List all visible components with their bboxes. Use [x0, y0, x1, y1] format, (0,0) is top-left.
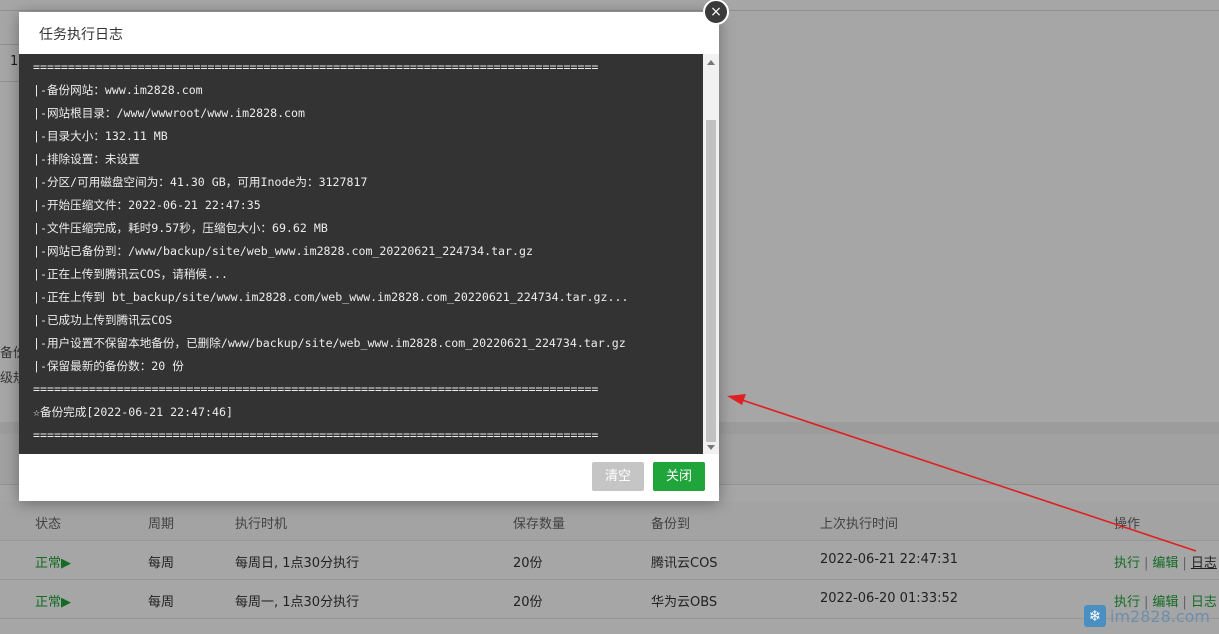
- dialog-title: 任务执行日志: [39, 27, 123, 43]
- log-line: |-开始压缩文件：2022-06-21 22:47:35: [33, 198, 261, 212]
- log-line: |-正在上传到 bt_backup/site/www.im2828.com/we…: [33, 290, 629, 304]
- log-line: ☆备份完成[2022-06-21 22:47:46]: [33, 405, 233, 419]
- log-container: ========================================…: [19, 54, 719, 454]
- log-line: |-已成功上传到腾讯云COS: [33, 313, 173, 327]
- log-scrollbar[interactable]: [703, 54, 719, 454]
- scroll-up-arrow-icon[interactable]: [707, 60, 715, 65]
- log-line: ========================================…: [33, 60, 599, 74]
- watermark: ❄ im2828.com: [1084, 602, 1210, 630]
- log-line: |-用户设置不保留本地备份，已删除/www/backup/site/web_ww…: [33, 336, 626, 350]
- task-log-dialog: 任务执行日志 × ===============================…: [19, 0, 729, 501]
- log-line: ========================================…: [33, 428, 599, 442]
- log-output: ========================================…: [19, 54, 703, 454]
- log-line: |-排除设置：未设置: [33, 152, 140, 166]
- log-line: |-分区/可用磁盘空间为：41.30 GB，可用Inode为：3127817: [33, 175, 368, 189]
- clear-button[interactable]: 清空: [592, 462, 645, 491]
- snowflake-icon: ❄: [1084, 605, 1106, 627]
- log-line: ========================================…: [33, 382, 599, 396]
- log-line: |-文件压缩完成，耗时9.57秒，压缩包大小：69.62 MB: [33, 221, 328, 235]
- log-line: |-网站根目录：/www/wwwroot/www.im2828.com: [33, 106, 305, 120]
- log-line: |-备份网站：www.im2828.com: [33, 83, 203, 97]
- log-line: |-目录大小：132.11 MB: [33, 129, 168, 143]
- log-line: |-网站已备份到：/www/backup/site/web_www.im2828…: [33, 244, 533, 258]
- scroll-down-arrow-icon[interactable]: [707, 445, 715, 450]
- scrollbar-thumb[interactable]: [706, 120, 716, 442]
- log-line: |-正在上传到腾讯云COS，请稍候...: [33, 267, 228, 281]
- watermark-text: im2828.com: [1110, 606, 1211, 626]
- log-line: |-保留最新的备份数：20 份: [33, 359, 184, 373]
- close-icon[interactable]: ×: [703, 0, 729, 25]
- close-button[interactable]: 关闭: [653, 462, 706, 491]
